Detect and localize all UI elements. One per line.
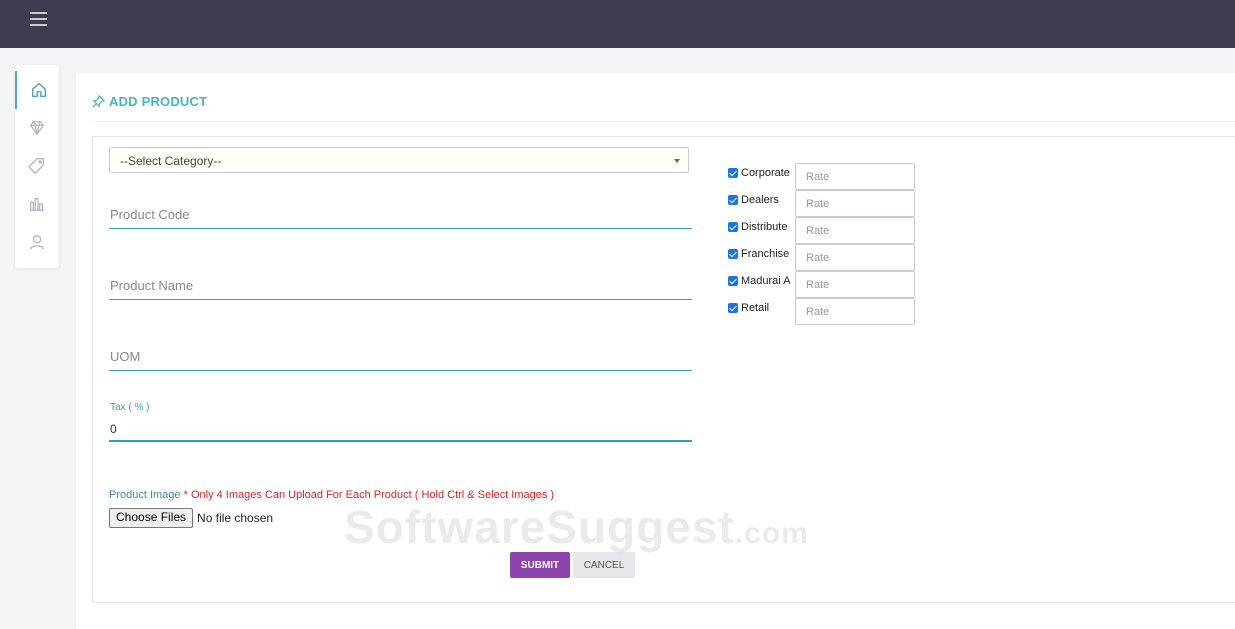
franchise-checkbox[interactable] bbox=[728, 249, 738, 259]
rate-row-dealers: Dealers Rate bbox=[728, 190, 928, 218]
dealers-label: Dealers bbox=[741, 194, 779, 206]
bar-chart-icon bbox=[29, 197, 45, 211]
hamburger-icon[interactable] bbox=[30, 12, 47, 26]
watermark-suffix: .com bbox=[734, 517, 809, 550]
top-bar bbox=[0, 0, 1235, 48]
category-select-value: --Select Category-- bbox=[120, 154, 222, 168]
product-code-underline bbox=[109, 228, 692, 229]
dealers-checkbox[interactable] bbox=[728, 195, 738, 205]
user-icon bbox=[30, 235, 44, 250]
file-upload: Choose Files No file chosen bbox=[109, 508, 273, 528]
sidebar-item-tag[interactable] bbox=[15, 147, 59, 185]
distributor-label: Distribute bbox=[741, 221, 788, 233]
corporate-checkbox[interactable] bbox=[728, 168, 738, 178]
uom-underline bbox=[109, 370, 692, 371]
category-select[interactable]: --Select Category-- bbox=[109, 147, 689, 173]
franchise-rate-input[interactable]: Rate bbox=[795, 244, 915, 271]
sidebar-item-reports[interactable] bbox=[15, 185, 59, 223]
dealers-rate-input[interactable]: Rate bbox=[795, 190, 915, 217]
tax-value: 0 bbox=[110, 422, 117, 436]
rate-row-distributor: Distribute Rate bbox=[728, 217, 928, 245]
pin-icon bbox=[92, 94, 105, 108]
product-code-placeholder: Product Code bbox=[110, 207, 190, 222]
rate-row-franchise: Franchise Rate bbox=[728, 244, 928, 272]
watermark: SoftwareSuggest.com bbox=[344, 500, 809, 554]
no-file-text: No file chosen bbox=[197, 511, 274, 525]
corporate-rate-input[interactable]: Rate bbox=[795, 163, 915, 190]
distributor-rate-input[interactable]: Rate bbox=[795, 217, 915, 244]
header-divider bbox=[92, 121, 1235, 122]
madurai-checkbox[interactable] bbox=[728, 276, 738, 286]
page-title: ADD PRODUCT bbox=[109, 93, 208, 109]
sidebar-item-users[interactable] bbox=[15, 223, 59, 261]
corporate-label: Corporate bbox=[741, 167, 790, 179]
uom-placeholder: UOM bbox=[110, 349, 141, 364]
rate-row-corporate: Corporate Rate bbox=[728, 163, 928, 191]
choose-files-button[interactable]: Choose Files bbox=[109, 508, 194, 528]
product-image-title: Product Image bbox=[109, 489, 181, 501]
madurai-rate-input[interactable]: Rate bbox=[795, 271, 915, 298]
cancel-button[interactable]: CANCEL bbox=[573, 552, 635, 578]
rate-row-retail: Retail Rate bbox=[728, 298, 928, 326]
home-icon bbox=[31, 82, 47, 98]
tag-icon bbox=[28, 158, 44, 175]
watermark-main: SoftwareSuggest bbox=[344, 501, 735, 553]
distributor-checkbox[interactable] bbox=[728, 222, 738, 232]
tax-label: Tax ( % ) bbox=[110, 402, 150, 413]
retail-rate-input[interactable]: Rate bbox=[795, 298, 915, 325]
sidebar bbox=[15, 65, 59, 268]
sidebar-item-home[interactable] bbox=[15, 71, 61, 109]
submit-button[interactable]: SUBMIT bbox=[510, 552, 570, 578]
retail-checkbox[interactable] bbox=[728, 303, 738, 313]
rate-row-madurai: Madurai A Rate bbox=[728, 271, 928, 299]
page-header: ADD PRODUCT bbox=[92, 91, 207, 111]
product-name-placeholder: Product Name bbox=[110, 278, 194, 293]
madurai-label: Madurai A bbox=[741, 275, 791, 287]
diamond-icon bbox=[29, 121, 45, 136]
franchise-label: Franchise bbox=[741, 248, 790, 260]
tax-underline bbox=[109, 440, 692, 442]
sidebar-item-diamond[interactable] bbox=[15, 109, 59, 147]
retail-label: Retail bbox=[741, 302, 770, 314]
chevron-down-icon bbox=[674, 159, 680, 163]
product-name-underline bbox=[109, 299, 692, 300]
